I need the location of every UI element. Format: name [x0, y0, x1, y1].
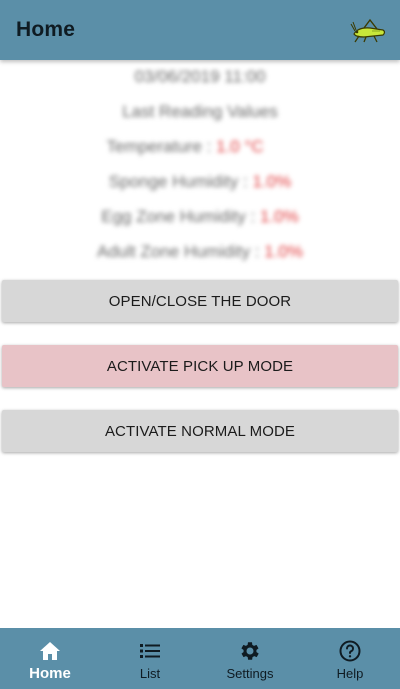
- nav-item-help[interactable]: Help: [300, 628, 400, 689]
- nav-label-help: Help: [336, 666, 364, 681]
- egg-zone-humidity-value: 1.0%: [260, 207, 299, 226]
- temperature-value: 1.0 °C: [216, 137, 264, 156]
- list-icon: [140, 644, 160, 658]
- egg-zone-humidity-reading: Egg Zone Humidity : 1.0%: [0, 207, 400, 227]
- gear-icon: [241, 642, 259, 660]
- activate-normal-mode-button[interactable]: ACTIVATE NORMAL MODE: [2, 410, 398, 452]
- sponge-humidity-value: 1.0%: [252, 172, 292, 191]
- nav-label-settings: Settings: [226, 666, 274, 681]
- activate-pick-up-mode-button[interactable]: ACTIVATE PICK UP MODE: [2, 345, 398, 387]
- page-title: Home: [16, 18, 76, 41]
- bottom-navigation: Home List Settings Help: [0, 628, 400, 689]
- egg-zone-humidity-label: Egg Zone Humidity :: [101, 207, 260, 226]
- adult-zone-humidity-label: Adult Zone Humidity :: [97, 242, 265, 261]
- home-icon: [40, 642, 60, 660]
- readings-heading: Last Reading Values: [122, 102, 278, 121]
- help-icon: [339, 640, 361, 662]
- reading-datetime: 03/06/2019 11:00: [134, 67, 266, 86]
- adult-zone-humidity-value: 1.0%: [264, 242, 303, 261]
- sponge-humidity-reading: Sponge Humidity : 1.0%: [0, 172, 400, 192]
- grasshopper-logo-icon: [350, 18, 386, 43]
- app-bar: Home: [0, 0, 400, 60]
- last-readings-panel: 03/06/2019 11:00 Last Reading Values Tem…: [0, 62, 400, 272]
- adult-zone-humidity-reading: Adult Zone Humidity : 1.0%: [0, 242, 400, 262]
- open-close-door-button[interactable]: OPEN/CLOSE THE DOOR: [2, 280, 398, 322]
- sponge-humidity-label: Sponge Humidity :: [108, 172, 253, 191]
- nav-item-list[interactable]: List: [100, 628, 200, 689]
- temperature-reading: Temperature : 1.0 °C: [0, 137, 400, 157]
- nav-item-home[interactable]: Home: [0, 628, 100, 689]
- nav-label-list: List: [139, 666, 161, 681]
- temperature-label: Temperature :: [106, 137, 217, 156]
- nav-item-settings[interactable]: Settings: [200, 628, 300, 689]
- nav-label-home: Home: [29, 665, 71, 682]
